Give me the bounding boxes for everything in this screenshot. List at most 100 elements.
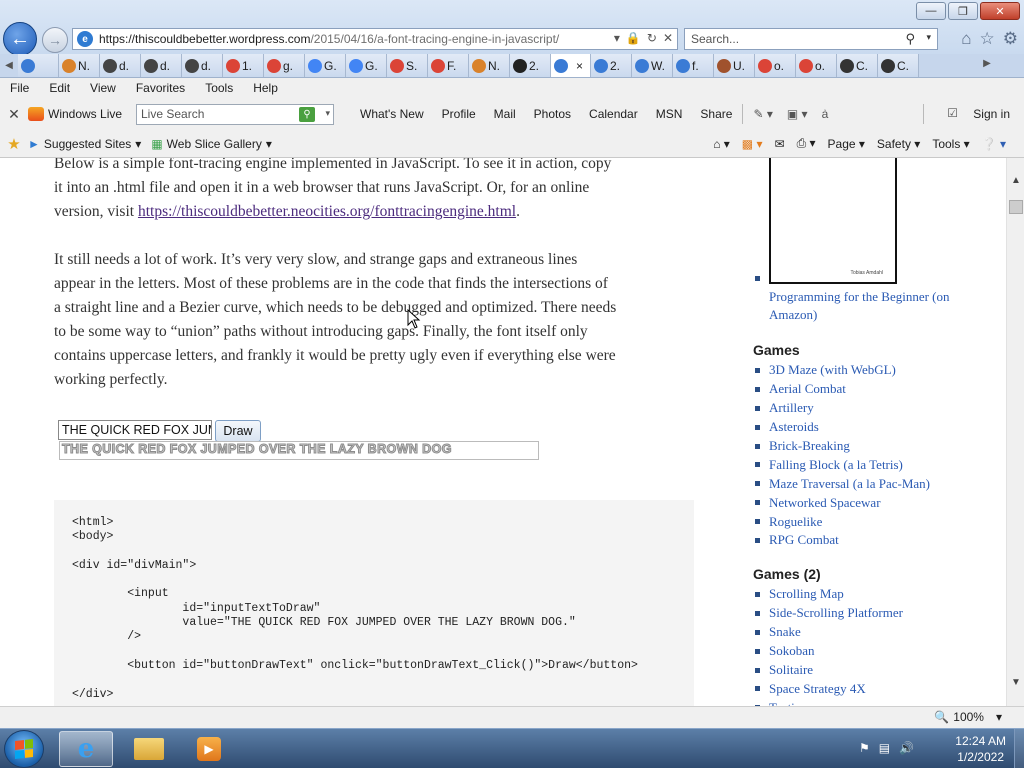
stop-icon[interactable]: ✕ (663, 31, 673, 45)
browser-tab[interactable]: C. (878, 54, 919, 77)
browser-tab[interactable]: d. (182, 54, 223, 77)
address-dropdown-icon[interactable]: ▾ (614, 31, 620, 45)
menu-edit[interactable]: Edit (49, 81, 70, 95)
browser-tab[interactable]: 2. (510, 54, 551, 77)
menu-help[interactable]: Help (253, 81, 278, 95)
sidebar-link[interactable]: Solitaire (755, 661, 903, 680)
browser-tab[interactable]: 1. (223, 54, 264, 77)
photo-tool-icon[interactable]: ✎ ▾ (753, 107, 772, 121)
browser-search-box[interactable]: Search... ⚲ ▾ (684, 28, 938, 50)
live-link-calendar[interactable]: Calendar (589, 107, 638, 121)
home-icon[interactable]: ⌂ (961, 29, 971, 49)
live-link-profile[interactable]: Profile (442, 107, 476, 121)
search-icon[interactable]: ⚲ (905, 31, 915, 47)
show-desktop-button[interactable] (1014, 729, 1024, 768)
scroll-up-icon[interactable]: ▲ (1007, 172, 1024, 188)
close-button[interactable]: ✕ (980, 2, 1020, 20)
restore-button[interactable]: ❐ (948, 2, 978, 20)
page-menu-button[interactable]: Page ▾ (828, 137, 865, 151)
tab-scroll-left-icon[interactable]: ◀ (0, 54, 18, 77)
live-search-go-icon[interactable]: ⚲ (299, 106, 315, 122)
print-icon[interactable]: ⎙ ▾ (797, 136, 816, 151)
sidebar-link[interactable]: Networked Spacewar (755, 493, 930, 512)
sidebar-link[interactable]: Side-Scrolling Platformer (755, 604, 903, 623)
sidebar-link[interactable]: Snake (755, 623, 903, 642)
start-button[interactable] (4, 730, 44, 768)
menu-tools[interactable]: Tools (205, 81, 233, 95)
suggested-sites-button[interactable]: ► Suggested Sites ▾ (28, 137, 141, 151)
live-link-share[interactable]: Share (700, 107, 732, 121)
sidebar-link[interactable]: Tactics (755, 698, 903, 706)
browser-tab[interactable]: f. (673, 54, 714, 77)
sidebar-link[interactable]: 3D Maze (with WebGL) (755, 361, 930, 380)
checkbox-icon[interactable]: ☑ (947, 106, 958, 120)
browser-tab[interactable]: × (551, 54, 591, 77)
gear-icon[interactable]: ⚙ (1003, 29, 1018, 49)
favorites-icon[interactable]: ★ (0, 135, 28, 153)
scroll-thumb[interactable] (1009, 200, 1023, 214)
browser-tab[interactable] (18, 54, 59, 77)
browser-tab[interactable]: d. (100, 54, 141, 77)
browser-tab[interactable]: U. (714, 54, 755, 77)
demo-link[interactable]: https://thiscouldbebetter.neocities.org/… (138, 203, 516, 220)
browser-tab[interactable]: G. (346, 54, 387, 77)
menu-favorites[interactable]: Favorites (136, 81, 185, 95)
live-link-whats-new[interactable]: What's New (360, 107, 424, 121)
home-icon[interactable]: ⌂ ▾ (713, 137, 730, 151)
close-tab-icon[interactable]: × (576, 59, 583, 73)
read-mail-icon[interactable]: ✉ (775, 137, 785, 151)
menu-file[interactable]: File (10, 81, 29, 95)
draw-button[interactable]: Draw (215, 420, 261, 442)
sidebar-link[interactable]: Aerial Combat (755, 380, 930, 399)
browser-tab[interactable]: 2. (591, 54, 632, 77)
sidebar-link[interactable]: Roguelike (755, 512, 930, 531)
taskbar-explorer[interactable] (122, 731, 176, 767)
book-cover-image[interactable]: Tobias Amdahl (769, 158, 897, 284)
favorites-star-icon[interactable]: ☆ (980, 29, 995, 49)
tools-menu-button[interactable]: Tools ▾ (932, 137, 969, 151)
sidebar-link[interactable]: Space Strategy 4X (755, 679, 903, 698)
browser-tab[interactable]: d. (141, 54, 182, 77)
network-icon[interactable]: ▤ (879, 741, 890, 755)
browser-tab[interactable]: N. (469, 54, 510, 77)
sidebar-link[interactable]: Maze Traversal (a la Pac-Man) (755, 474, 930, 493)
sidebar-link[interactable]: Sokoban (755, 642, 903, 661)
browser-tab[interactable]: o. (796, 54, 837, 77)
volume-icon[interactable]: 🔊 (899, 741, 914, 755)
tab-scroll-right-icon[interactable]: ▶ (978, 58, 996, 69)
translate-icon[interactable]: ẚ (822, 107, 829, 121)
book-link[interactable]: Programming for the Beginner (on Amazon) (769, 288, 989, 324)
menu-view[interactable]: View (90, 81, 116, 95)
forward-button[interactable]: → (42, 27, 68, 53)
search-dropdown-icon[interactable]: ▾ (926, 32, 931, 43)
browser-tab[interactable]: F. (428, 54, 469, 77)
browser-tab[interactable]: W. (632, 54, 673, 77)
live-search-dropdown-icon[interactable]: ▾ (325, 108, 330, 119)
browser-tab[interactable]: S. (387, 54, 428, 77)
sidebar-link[interactable]: Falling Block (a la Tetris) (755, 455, 930, 474)
text-to-draw-input[interactable]: THE QUICK RED FOX JUMPED OVER THE LAZY B… (58, 420, 212, 440)
minimize-button[interactable]: — (916, 2, 946, 20)
rss-feed-icon[interactable]: ▩ ▾ (742, 137, 763, 151)
window-tool-icon[interactable]: ▣ ▾ (787, 107, 808, 121)
browser-tab[interactable]: G. (305, 54, 346, 77)
live-link-photos[interactable]: Photos (534, 107, 571, 121)
help-icon[interactable]: ❔ ▾ (982, 137, 1006, 151)
live-link-mail[interactable]: Mail (494, 107, 516, 121)
back-button[interactable]: ← (3, 22, 37, 56)
sidebar-link[interactable]: Brick-Breaking (755, 437, 930, 456)
taskbar-internet-explorer[interactable]: e (59, 731, 113, 767)
lock-icon[interactable]: 🔒 (626, 31, 641, 45)
safety-menu-button[interactable]: Safety ▾ (877, 137, 920, 151)
live-search-input[interactable]: Live Search ⚲ ▾ (136, 103, 334, 125)
sign-in-link[interactable]: Sign in (973, 107, 1010, 121)
scroll-down-icon[interactable]: ▼ (1007, 674, 1024, 690)
taskbar-clock[interactable]: 12:24 AM 1/2/2022 (955, 733, 1006, 765)
action-center-icon[interactable]: ⚑ (859, 741, 870, 755)
web-slice-gallery-button[interactable]: ▦ Web Slice Gallery ▾ (151, 137, 272, 151)
vertical-scrollbar[interactable]: ▲ ▼ (1006, 158, 1024, 706)
refresh-icon[interactable]: ↻ (647, 31, 657, 45)
sidebar-link[interactable]: RPG Combat (755, 531, 930, 550)
zoom-control[interactable]: 🔍 100% ▾ (934, 710, 1002, 724)
address-bar[interactable]: e https://thiscouldbebetter.wordpress.co… (72, 28, 678, 50)
